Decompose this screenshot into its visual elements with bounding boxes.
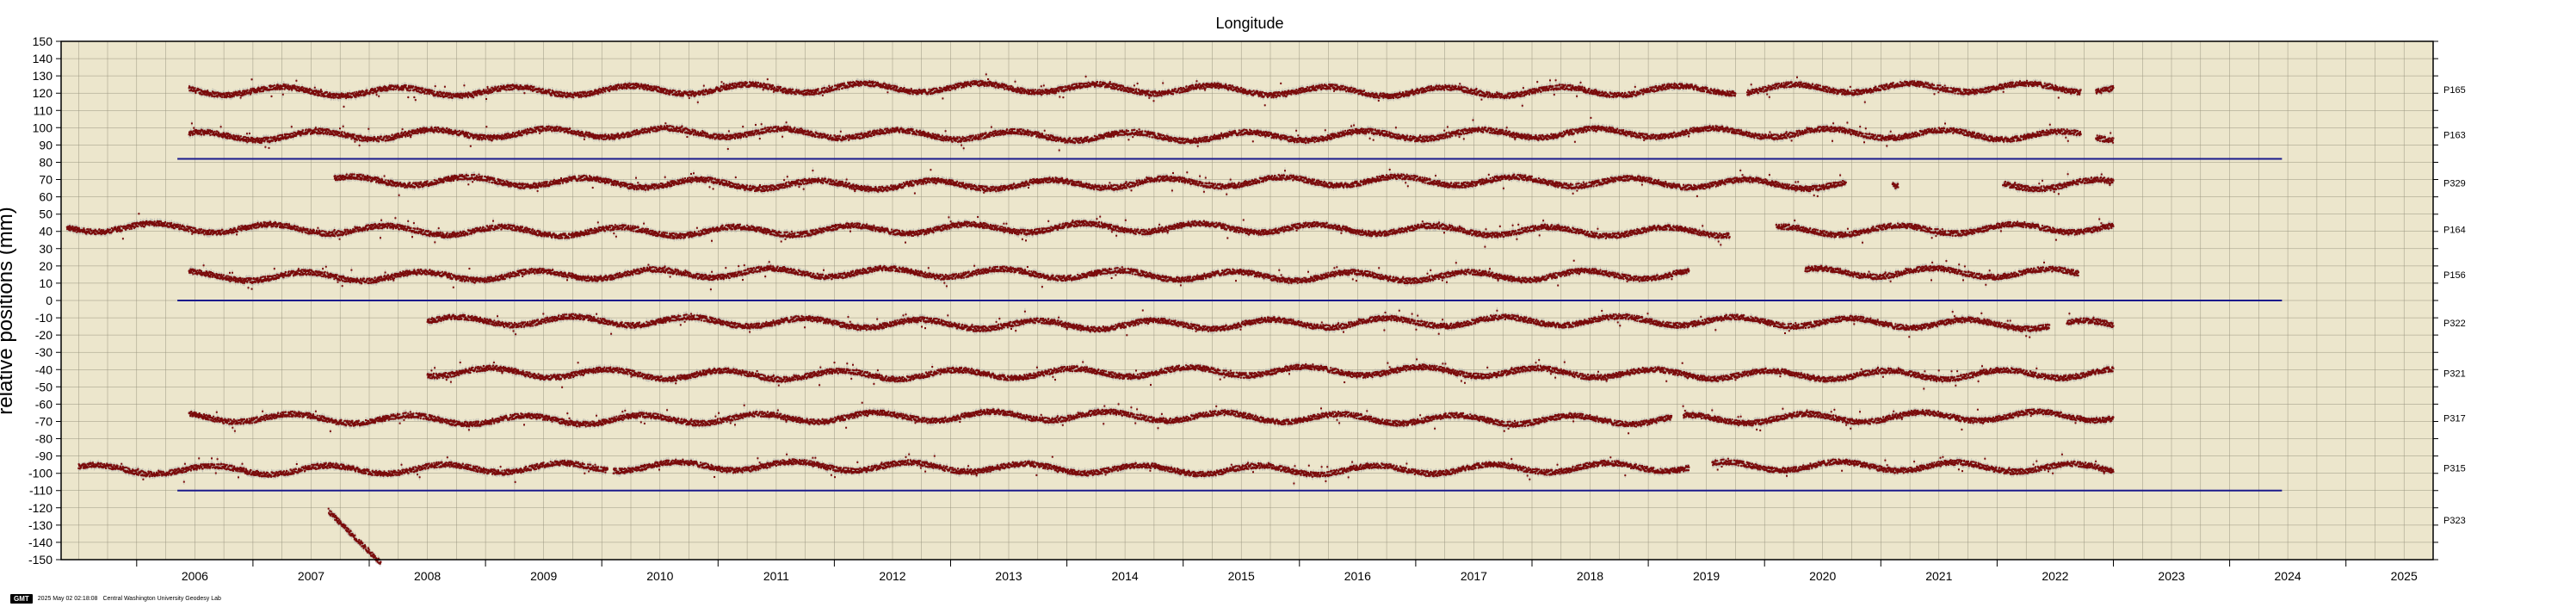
x-tick-label: 2014: [1112, 569, 1139, 583]
station-label-p317: P317: [2443, 414, 2466, 424]
y-tick-label: -60: [35, 397, 53, 411]
x-tick-label: 2010: [646, 569, 673, 583]
chart-title: Longitude: [1215, 15, 1283, 32]
y-tick-label: 60: [39, 190, 53, 204]
y-tick-label: 130: [33, 69, 53, 83]
x-tick-label: 2018: [1577, 569, 1603, 583]
x-axis: 2006 2007 2008 2009 2010 2011 2012 2013 2014 2015…: [136, 560, 2418, 583]
footer-timestamp: 2025 May 02 02:18:08: [37, 595, 98, 602]
station-labels: P165 P163 P329 P164 P156 P322 P321 P317 P315 P323: [2443, 85, 2466, 526]
longitude-chart: Longitude relative positions (mm) 2006 20…: [0, 15, 2466, 583]
y-tick-label: -140: [28, 536, 53, 549]
station-label-p321: P321: [2443, 369, 2466, 379]
y-tick-label: 120: [33, 86, 53, 100]
x-tick-label: 2015: [1228, 569, 1255, 583]
y-tick-label: 100: [33, 121, 53, 134]
y-tick-label: -110: [29, 484, 53, 498]
y-tick-label: 150: [33, 34, 53, 48]
y-tick-label: -100: [28, 467, 53, 480]
y-tick-label: -30: [35, 345, 53, 359]
y-axis-label: relative positions (mm): [0, 207, 17, 414]
y-tick-label: -10: [35, 311, 53, 325]
y-tick-label: -40: [35, 362, 53, 376]
station-label-p165: P165: [2443, 85, 2466, 96]
y-tick-label: -90: [35, 449, 53, 463]
y-tick-label: -130: [28, 518, 53, 532]
x-tick-label: 2021: [1925, 569, 1952, 583]
gmt-logo: GMT: [10, 593, 33, 604]
y-tick-label: -120: [28, 501, 53, 515]
x-ticks: [136, 560, 2347, 567]
y-tick-label: 70: [39, 173, 53, 187]
station-label-p315: P315: [2443, 464, 2466, 474]
station-label-p164: P164: [2443, 226, 2466, 236]
y-tick-label: -20: [35, 328, 53, 342]
y-tick-label: 40: [39, 225, 53, 238]
y-tick-label: 0: [46, 294, 53, 307]
y-tick-label: -70: [35, 415, 53, 429]
y-tick-label: 20: [39, 259, 53, 273]
station-label-p156: P156: [2443, 270, 2466, 281]
y-tick-label: 50: [39, 207, 53, 221]
y-tick-label: -150: [28, 553, 53, 567]
x-tick-label: 2022: [2042, 569, 2068, 583]
y-tick-label: 140: [33, 52, 53, 65]
x-tick-label: 2016: [1344, 569, 1371, 583]
station-label-p322: P322: [2443, 319, 2466, 329]
x-tick-label: 2009: [530, 569, 557, 583]
x-tick-label: 2013: [995, 569, 1022, 583]
x-tick-label: 2025: [2391, 569, 2418, 583]
x-tick-label: 2023: [2158, 569, 2184, 583]
footer-lab: Central Washington University Geodesy La…: [102, 595, 221, 602]
station-label-p323: P323: [2443, 516, 2466, 526]
y-tick-label: 30: [39, 242, 53, 256]
station-label-p163: P163: [2443, 130, 2466, 140]
station-label-p329: P329: [2443, 179, 2466, 189]
x-tick-label: 2012: [879, 569, 905, 583]
y-tick-label: 110: [34, 103, 53, 117]
x-tick-label: 2011: [763, 569, 789, 583]
y-tick-label: 90: [39, 138, 53, 152]
x-tick-label: 2006: [182, 569, 208, 583]
y-tick-label: -80: [35, 432, 53, 446]
y-tick-label: 10: [39, 276, 53, 290]
y-tick-label: 80: [39, 156, 53, 170]
x-tick-label: 2020: [1809, 569, 1836, 583]
x-tick-label: 2017: [1461, 569, 1487, 583]
y-tick-label: -50: [35, 380, 53, 393]
x-tick-label: 2008: [414, 569, 441, 583]
footer: GMT 2025 May 02 02:18:08 Central Washing…: [10, 593, 221, 604]
x-tick-label: 2019: [1693, 569, 1720, 583]
x-tick-label: 2007: [298, 569, 324, 583]
x-tick-label: 2024: [2275, 569, 2301, 583]
